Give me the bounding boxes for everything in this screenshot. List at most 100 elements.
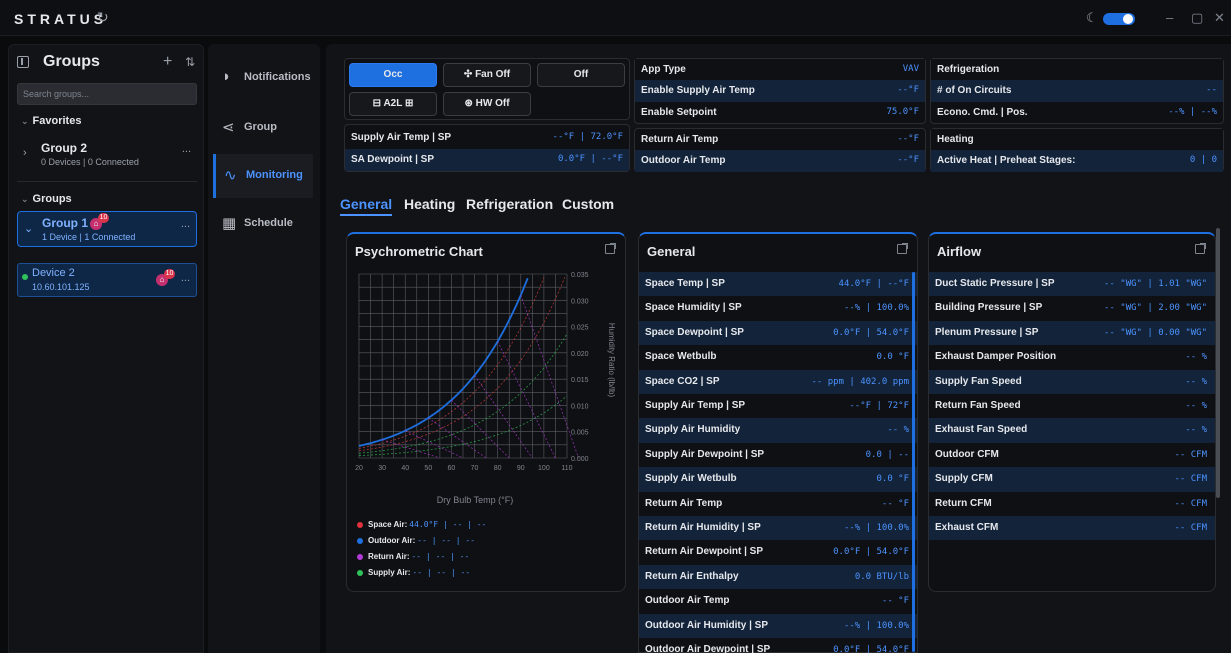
occupancy-button[interactable]: Occ: [349, 63, 437, 87]
row-value: 44.0°F | --°F: [838, 279, 909, 289]
favorites-section[interactable]: ⌄ Favorites: [21, 115, 81, 127]
row-value: 0.0 | --: [865, 449, 909, 460]
saturation-curve: [358, 277, 529, 447]
row-value: -- %: [1185, 352, 1207, 363]
chevron-down-icon[interactable]: ⌄: [24, 222, 33, 235]
x-tick-label: 60: [448, 465, 456, 472]
row-label: Space Wetbulb: [645, 351, 717, 363]
legend-value: -- | -- | --: [417, 536, 476, 545]
kv-value: --% | --%: [1168, 107, 1217, 117]
group-item-group-1[interactable]: ⌄ Group 1 ⌂ 10 1 Device | 1 Connected ..…: [17, 211, 197, 247]
x-tick-label: 20: [355, 465, 363, 472]
app-title: STRATUS: [14, 11, 108, 27]
scrollbar[interactable]: [912, 272, 915, 652]
tab-refrigeration[interactable]: Refrigeration: [466, 196, 553, 212]
open-external-icon[interactable]: [897, 243, 908, 254]
groups-title: Groups: [43, 53, 100, 70]
kv-label: Outdoor Air Temp: [641, 155, 726, 166]
kv-value: 0.0°F | --°F: [557, 154, 623, 164]
a2l-icon: ⊟: [372, 98, 384, 109]
a2l-button[interactable]: ⊟ A2L ⊞: [349, 92, 437, 116]
kv-label: Econo. Cmd. | Pos.: [937, 107, 1028, 118]
kv-value: 75.0°F: [886, 107, 919, 117]
data-row: Exhaust Damper Position -- %: [929, 345, 1215, 369]
row-label: Outdoor Air Dewpoint | SP: [645, 644, 771, 653]
search-groups-input[interactable]: [17, 83, 197, 105]
tab-general[interactable]: General: [340, 196, 393, 216]
groups-label: Groups: [32, 193, 72, 205]
data-row: Plenum Pressure | SP -- "WG" | 0.00 "WG": [929, 320, 1215, 346]
nav-panel: ◗ Notifications ⋖ Group ∿ Monitoring ▦ S…: [208, 44, 320, 653]
data-row: Exhaust Fan Speed -- %: [929, 418, 1215, 443]
legend-space-air: Space Air: 44.0°F | -- | --: [357, 520, 486, 529]
data-row: Duct Static Pressure | SP -- "WG" | 1.01 …: [929, 272, 1215, 297]
device-menu-icon[interactable]: ...: [181, 272, 190, 284]
y-tick-label: 0.010: [571, 403, 589, 410]
y-axis-label: Humidity Ratio (lb/lb): [607, 323, 616, 398]
off-button[interactable]: Off: [537, 63, 625, 87]
nav-schedule[interactable]: ▦ Schedule: [214, 202, 314, 246]
device-ip: 10.60.101.125: [32, 282, 90, 292]
row-label: Supply Air Dewpoint | SP: [645, 448, 765, 460]
kv-value: VAV: [902, 64, 919, 74]
group-item-group-2[interactable]: › Group 2 0 Devices | 0 Connected ...: [17, 137, 197, 173]
group-menu-icon[interactable]: ...: [181, 218, 190, 230]
legend-dot: [357, 569, 363, 576]
data-row: Outdoor Air Humidity | SP --% | 100.0%: [639, 613, 917, 638]
refresh-icon[interactable]: ↻: [97, 9, 109, 26]
toggle-track[interactable]: [1103, 13, 1135, 25]
tab-heating[interactable]: Heating: [404, 196, 455, 212]
open-external-icon[interactable]: [605, 243, 616, 254]
moon-icon: ☾: [1086, 10, 1098, 25]
data-row: Return CFM -- CFM: [929, 492, 1215, 516]
toggle-knob: [1123, 14, 1133, 24]
legend-outdoor-air: Outdoor Air: -- | -- | --: [357, 536, 475, 545]
kv-value: --°F | 72.0°F: [552, 132, 623, 142]
open-external-icon[interactable]: [1195, 243, 1206, 254]
enthalpy-line: [405, 430, 464, 459]
kv-label: Supply Air Temp | SP: [351, 132, 452, 143]
fan-button[interactable]: ✣ Fan Off: [443, 63, 531, 87]
badge-count: 10: [164, 269, 175, 279]
calendar-icon: ▦: [222, 215, 237, 232]
row-value: 0.0°F | 54.0°F: [833, 547, 909, 558]
data-row: Return Air Temp -- °F: [639, 492, 917, 516]
app-type-card: App Type VAV Enable Supply Air Temp --°F E…: [634, 58, 926, 124]
row-value: -- %: [1185, 401, 1207, 411]
kv-label: # of On Circuits: [937, 85, 1012, 96]
kv-label: Enable Setpoint: [641, 107, 717, 118]
hot-water-button[interactable]: ⊛ HW Off: [443, 92, 531, 116]
close-button[interactable]: ✕: [1214, 10, 1225, 26]
kv-row: Econo. Cmd. | Pos. --% | --%: [931, 102, 1223, 124]
groups-panel: Groups + ⇅ ⌄Favorites › Group 2 0 Device…: [8, 44, 204, 653]
sort-icon[interactable]: ⇅: [185, 55, 195, 69]
minimize-button[interactable]: –: [1166, 10, 1173, 25]
chart-icon: ∿: [224, 167, 237, 184]
notification-badge[interactable]: ⌂ 10: [156, 269, 176, 286]
enthalpy-line: [451, 399, 510, 459]
sidebar-toggle-icon[interactable]: [17, 56, 29, 68]
maximize-button[interactable]: ▢: [1191, 10, 1203, 26]
y-tick-label: 0.005: [571, 430, 589, 437]
divider: [17, 181, 197, 182]
nav-label: Notifications: [244, 71, 311, 83]
tab-custom[interactable]: Custom: [562, 196, 614, 212]
device-item-device-2[interactable]: Device 2 10.60.101.125 ⌂ 10 ...: [17, 263, 197, 297]
y-tick-label: 0.030: [571, 298, 589, 305]
legend-label: Supply Air:: [368, 568, 411, 577]
kv-row: # of On Circuits --: [931, 80, 1223, 102]
y-tick-label: 0.020: [571, 351, 589, 358]
page-scrollbar[interactable]: [1216, 228, 1220, 498]
nav-monitoring[interactable]: ∿ Monitoring: [213, 154, 313, 198]
groups-section[interactable]: ⌄ Groups: [21, 193, 72, 205]
row-value: -- CFM: [1174, 449, 1207, 460]
chevron-right-icon[interactable]: ›: [23, 147, 27, 159]
group-menu-icon[interactable]: ...: [182, 143, 191, 155]
nav-notifications[interactable]: ◗ Notifications: [214, 56, 314, 100]
add-group-icon[interactable]: +: [163, 53, 172, 71]
nav-group[interactable]: ⋖ Group: [214, 106, 314, 150]
notification-badge[interactable]: ⌂ 10: [90, 213, 110, 230]
row-value: -- "WG" | 2.00 "WG": [1104, 303, 1207, 314]
row-value: 0.0 °F: [876, 352, 909, 363]
theme-toggle[interactable]: ☾: [1086, 10, 1146, 26]
